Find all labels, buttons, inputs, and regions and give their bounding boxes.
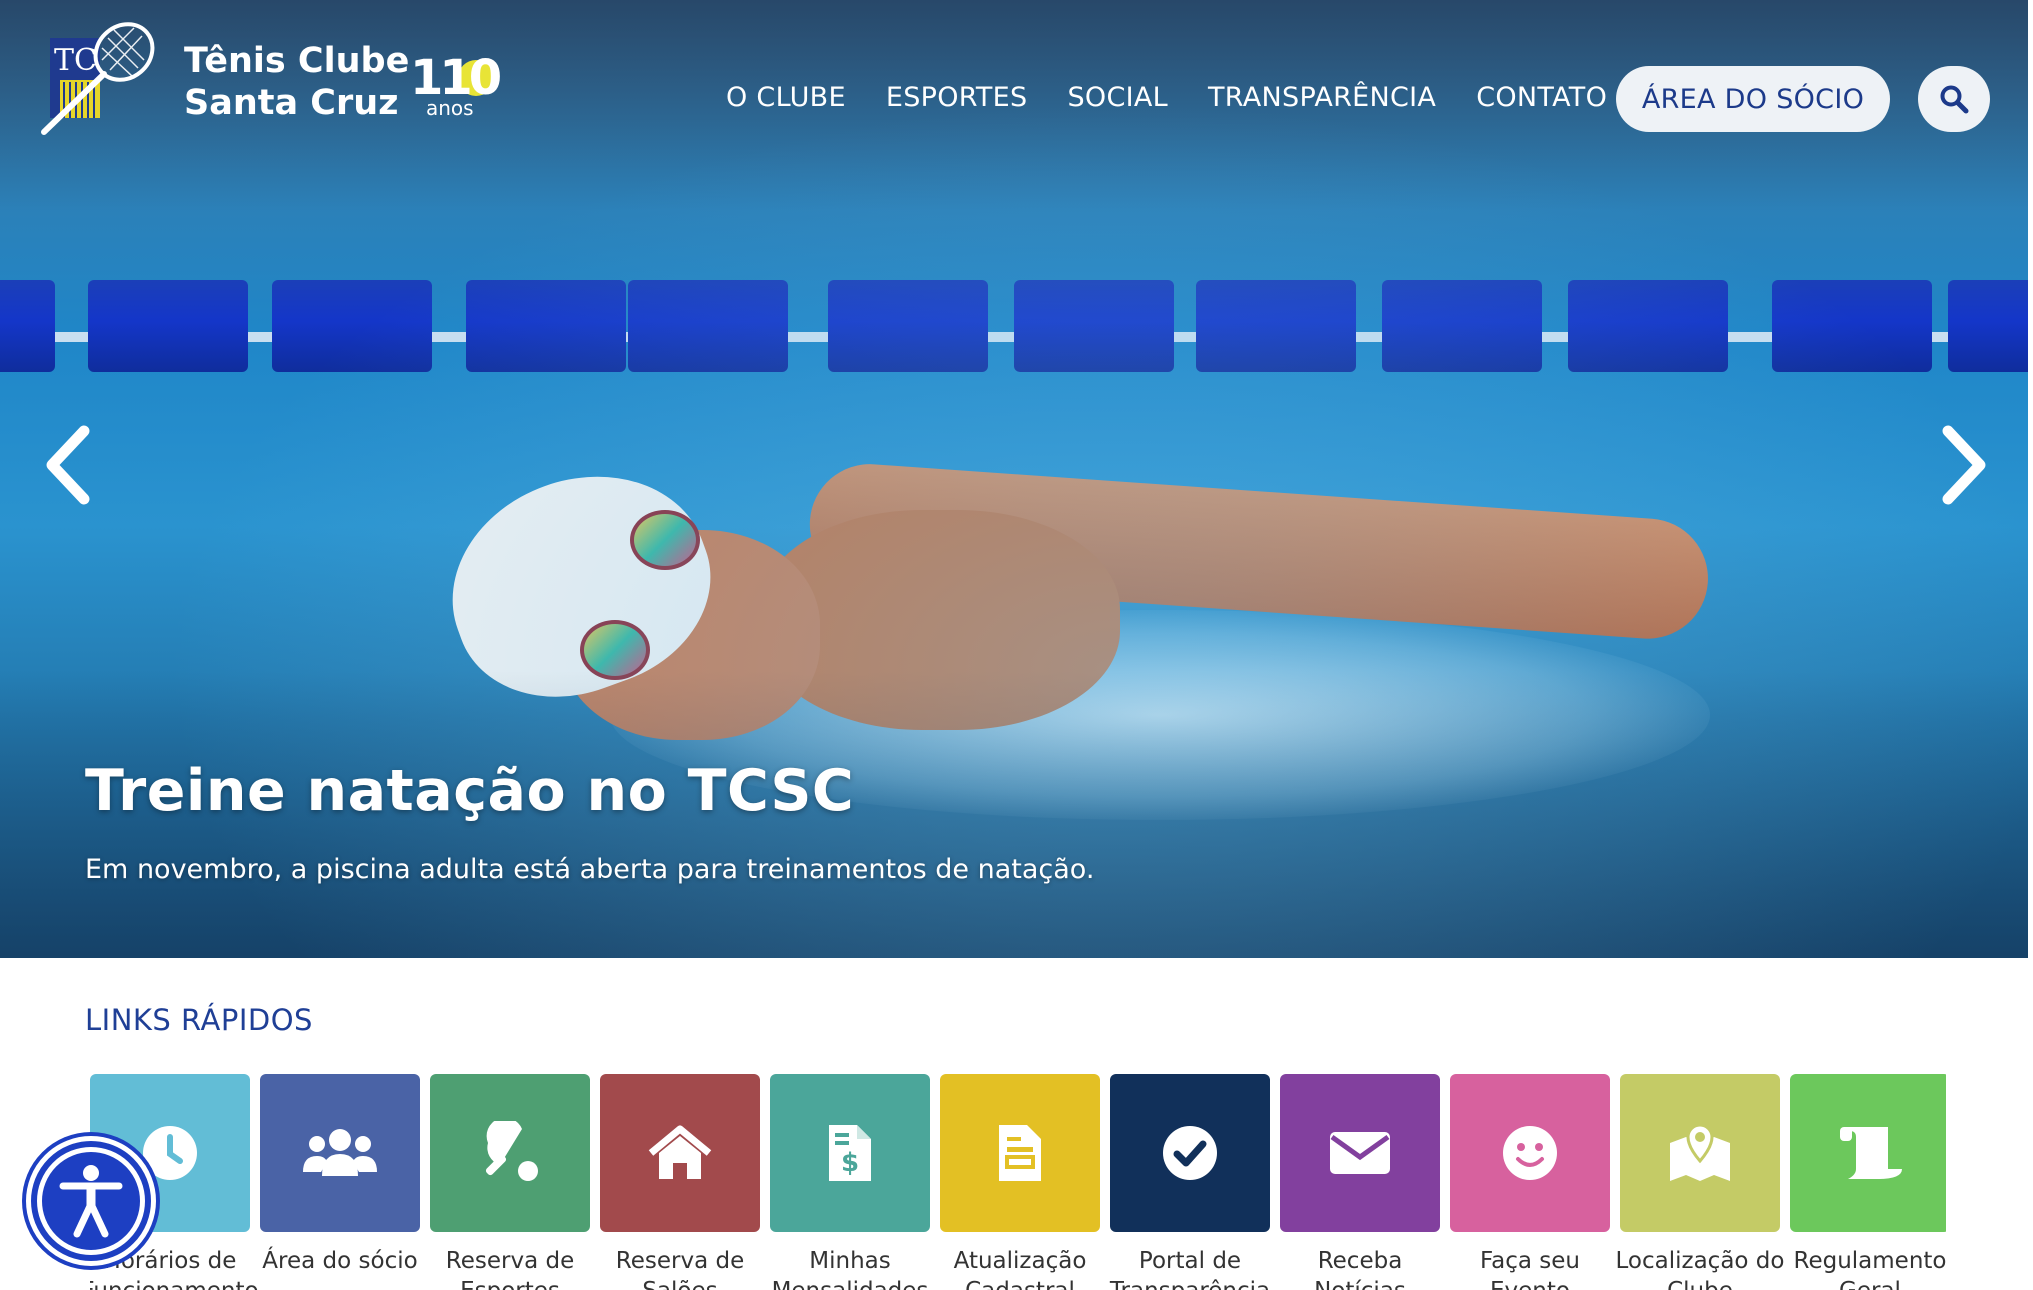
quick-links-title: LINKS RÁPIDOS	[85, 1003, 313, 1037]
brand-name[interactable]: Tênis Clube Santa Cruz	[184, 40, 409, 124]
table-tennis-icon	[485, 1121, 538, 1181]
quick-link-transparencia[interactable]: Portal de Transparência	[1110, 1074, 1270, 1290]
users-icon	[303, 1129, 377, 1176]
quick-link-tile	[1450, 1074, 1610, 1232]
quick-link-regulamento[interactable]: Regulamento Geral	[1790, 1074, 1946, 1290]
quick-link-tile	[260, 1074, 420, 1232]
hero-subtitle: Em novembro, a piscina adulta está abert…	[85, 854, 1095, 885]
quick-link-tile	[1620, 1074, 1780, 1232]
document-icon	[999, 1125, 1041, 1181]
nav-transparencia[interactable]: TRANSPARÊNCIA	[1208, 82, 1436, 113]
hero-slider: Treine natação no TCSC Em novembro, a pi…	[0, 0, 2028, 958]
svg-text:TC: TC	[54, 43, 97, 78]
slider-next-button[interactable]	[1932, 425, 1992, 505]
quick-link-label: Localização do Clube	[1615, 1248, 1785, 1290]
quick-link-noticias[interactable]: Receba Notícias	[1280, 1074, 1440, 1290]
hero-caption: Treine natação no TCSC Em novembro, a pi…	[85, 758, 1094, 885]
quick-link-label: Faça seu Evento	[1480, 1248, 1580, 1290]
slider-prev-button[interactable]	[40, 425, 100, 505]
quick-link-tile	[600, 1074, 760, 1232]
nav-contato[interactable]: CONTATO	[1476, 82, 1607, 113]
quick-links-list: Horários de Funcionamento Área do sócio …	[90, 1074, 1946, 1290]
svg-text:$: $	[841, 1148, 859, 1178]
quick-link-evento[interactable]: Faça seu Evento	[1450, 1074, 1610, 1290]
quick-link-label: Área do sócio	[262, 1248, 418, 1274]
check-circle-icon	[1163, 1126, 1217, 1180]
brand-name-line2: Santa Cruz	[184, 83, 399, 123]
quick-link-label: Reserva de Salões	[615, 1248, 745, 1290]
quick-link-tile: $	[770, 1074, 930, 1232]
anniversary-badge: 110 anos	[410, 52, 502, 122]
quick-link-label: Regulamento Geral	[1793, 1248, 1947, 1290]
quick-link-tile	[940, 1074, 1100, 1232]
nav-o-clube[interactable]: O CLUBE	[726, 82, 846, 113]
quick-link-tile	[1110, 1074, 1270, 1232]
quick-link-label: Minhas Mensalidades	[772, 1248, 929, 1290]
search-button[interactable]	[1918, 66, 1990, 132]
quick-link-mensalidades[interactable]: $ Minhas Mensalidades	[770, 1074, 930, 1290]
tennis-racket-logo-icon: TC	[41, 22, 155, 135]
chevron-right-icon	[1942, 425, 1986, 505]
quick-link-area-socio[interactable]: Área do sócio	[260, 1074, 420, 1276]
nav-social[interactable]: SOCIAL	[1067, 82, 1168, 113]
map-icon	[1670, 1123, 1730, 1181]
quick-link-tile	[1280, 1074, 1440, 1232]
accessibility-icon	[59, 1165, 123, 1238]
quick-link-reserva-saloes[interactable]: Reserva de Salões	[600, 1074, 760, 1290]
quick-link-localizacao[interactable]: Localização do Clube	[1616, 1074, 1784, 1290]
quick-link-label: Atualização Cadastral	[953, 1248, 1087, 1290]
quick-link-tile	[430, 1074, 590, 1232]
accessibility-button[interactable]	[26, 1136, 156, 1266]
hero-title: Treine natação no TCSC	[85, 758, 855, 824]
quick-link-tile	[1790, 1074, 1946, 1232]
club-logo[interactable]: TC	[38, 18, 163, 138]
scroll-icon	[1840, 1127, 1902, 1179]
main-nav: O CLUBE ESPORTES SOCIAL TRANSPARÊNCIA CO…	[726, 82, 1647, 113]
quick-link-label: Reserva de Esportes	[445, 1248, 575, 1290]
smile-icon	[1503, 1126, 1557, 1180]
home-icon	[648, 1125, 712, 1179]
brand-name-line1: Tênis Clube	[184, 41, 410, 81]
member-area-button[interactable]: ÁREA DO SÓCIO	[1616, 66, 1890, 132]
nav-esportes[interactable]: ESPORTES	[886, 82, 1028, 113]
envelope-icon	[1330, 1132, 1390, 1174]
quick-link-label: Portal de Transparência	[1110, 1248, 1270, 1290]
invoice-icon: $	[829, 1125, 871, 1181]
search-icon	[1940, 85, 1969, 114]
quick-link-reserva-esportes[interactable]: Reserva de Esportes	[430, 1074, 590, 1290]
quick-link-label: Receba Notícias	[1314, 1248, 1406, 1290]
chevron-left-icon	[46, 425, 90, 505]
quick-link-atualizacao[interactable]: Atualização Cadastral	[940, 1074, 1100, 1290]
anniversary-unit: anos	[426, 96, 474, 120]
